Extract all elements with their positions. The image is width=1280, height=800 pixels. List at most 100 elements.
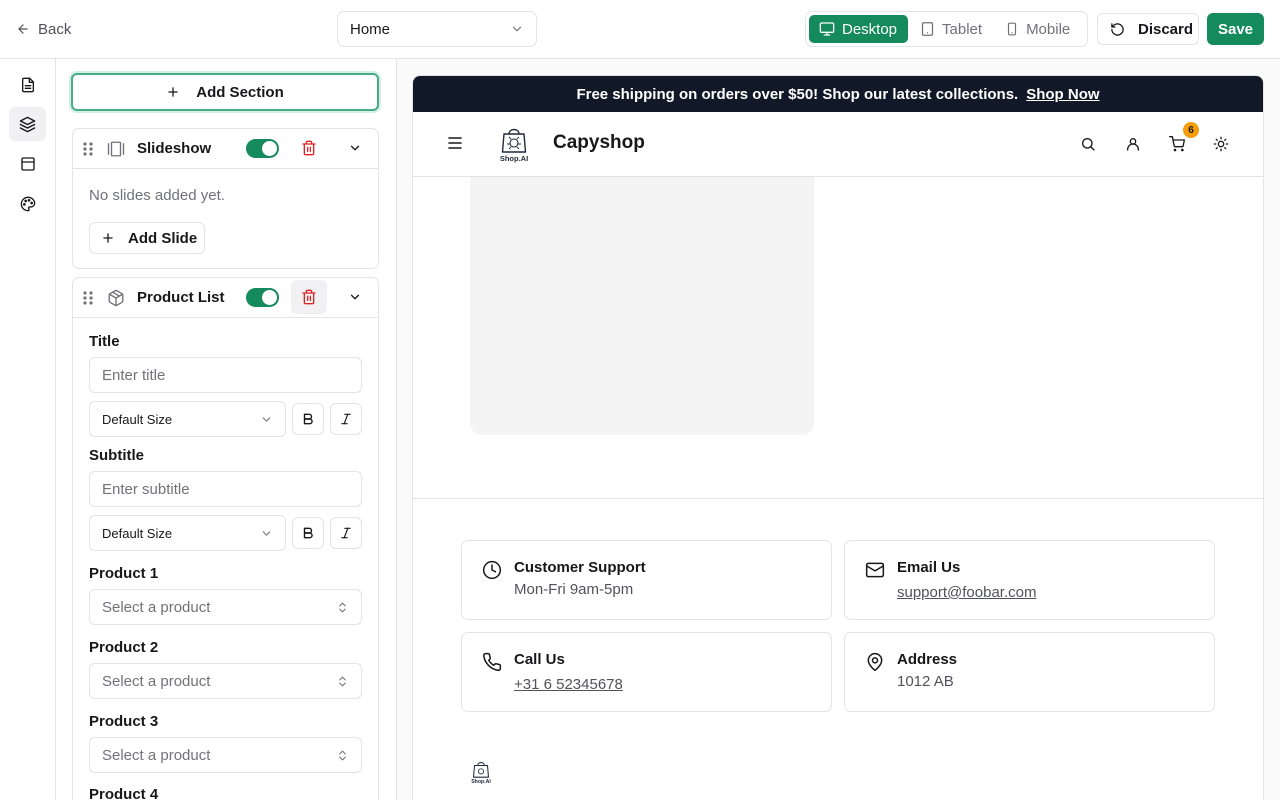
mail-icon: [865, 560, 885, 580]
add-section-label: Add Section: [196, 83, 284, 101]
subtitle-input[interactable]: [89, 471, 362, 507]
product-2-placeholder: Select a product: [102, 672, 211, 690]
grip-vertical-icon[interactable]: [80, 289, 96, 307]
grip-vertical-icon[interactable]: [80, 140, 96, 158]
chevron-down-icon: [260, 413, 273, 426]
add-slide-button[interactable]: Add Slide: [89, 222, 205, 254]
contact-title: Customer Support: [514, 559, 646, 576]
page-select[interactable]: Home: [337, 11, 537, 47]
contact-card-phone: Call Us +31 6 52345678: [461, 632, 832, 712]
menu-icon[interactable]: [447, 136, 463, 150]
slideshow-placeholder: [470, 177, 814, 435]
store-logo[interactable]: Shop.AI: [496, 124, 532, 164]
product-list-visibility-toggle[interactable]: [246, 288, 279, 307]
phone-link[interactable]: +31 6 52345678: [514, 676, 623, 693]
title-bold-button[interactable]: [292, 403, 324, 435]
pages-icon: [20, 77, 36, 93]
add-section-button[interactable]: Add Section: [71, 73, 379, 111]
product-1-label: Product 1: [89, 565, 159, 582]
announcement-text: Free shipping on orders over $50! Shop o…: [576, 85, 1019, 103]
layers-icon: [19, 116, 36, 133]
back-button[interactable]: Back: [16, 18, 71, 40]
subtitle-size-value: Default Size: [102, 525, 173, 541]
product-2-select[interactable]: Select a product: [89, 663, 362, 699]
contact-title: Email Us: [897, 559, 961, 576]
page-select-value: Home: [350, 20, 391, 38]
package-icon: [107, 289, 125, 307]
store-header: Shop.AI Capyshop 6: [413, 112, 1263, 177]
sun-icon[interactable]: [1213, 136, 1229, 152]
trash-icon: [301, 140, 317, 156]
contact-title: Call Us: [514, 651, 565, 668]
italic-icon: [339, 412, 353, 426]
device-tablet-button[interactable]: Tablet: [910, 15, 993, 43]
shopping-cart-icon[interactable]: [1169, 136, 1185, 152]
search-icon[interactable]: [1080, 136, 1096, 152]
layout-icon: [20, 156, 36, 172]
product-list-delete-button[interactable]: [291, 280, 327, 314]
subtitle-bold-button[interactable]: [292, 517, 324, 549]
email-link[interactable]: support@foobar.com: [897, 584, 1036, 601]
rail-pages-button[interactable]: [9, 68, 46, 102]
product-list-section-card: Product List Title Default Size: [72, 277, 379, 800]
clock-icon: [482, 560, 502, 580]
slideshow-visibility-toggle[interactable]: [246, 139, 279, 158]
top-bar: Back Home Desktop Tablet Mobile Discard …: [0, 0, 1280, 59]
product-list-section-header: Product List: [73, 278, 378, 318]
section-divider: [413, 498, 1263, 499]
save-button[interactable]: Save: [1207, 13, 1264, 45]
contact-title: Address: [897, 651, 958, 668]
product-1-select[interactable]: Select a product: [89, 589, 362, 625]
footer-logo[interactable]: Shop.AI: [469, 759, 493, 785]
trash-icon: [301, 289, 317, 305]
subtitle-field-label: Subtitle: [89, 447, 144, 464]
plus-icon: [101, 231, 115, 245]
contact-card-address: Address 1012 AB: [844, 632, 1215, 712]
rail-theme-button[interactable]: [9, 187, 46, 221]
shop-now-link[interactable]: Shop Now: [1026, 86, 1099, 103]
monitor-icon: [819, 21, 835, 37]
palette-icon: [20, 196, 36, 212]
title-input[interactable]: [89, 357, 362, 393]
chevrons-up-down-icon: [336, 749, 349, 762]
user-icon[interactable]: [1125, 136, 1141, 152]
arrow-left-icon: [16, 22, 30, 36]
tablet-icon: [920, 21, 935, 37]
subtitle-size-select[interactable]: Default Size: [89, 515, 286, 551]
smartphone-icon: [1005, 21, 1019, 37]
footer-logo-text: Shop.AI: [471, 779, 491, 785]
discard-label: Discard: [1138, 20, 1194, 38]
product-3-select[interactable]: Select a product: [89, 737, 362, 773]
announcement-bar: Free shipping on orders over $50! Shop o…: [413, 76, 1263, 112]
italic-icon: [339, 526, 353, 540]
rail-layers-button[interactable]: [9, 107, 46, 141]
chevron-down-icon[interactable]: [348, 290, 362, 304]
plus-icon: [166, 85, 180, 99]
store-name[interactable]: Capyshop: [553, 132, 645, 154]
title-size-select[interactable]: Default Size: [89, 401, 286, 437]
slideshow-delete-button[interactable]: [291, 131, 327, 165]
chevron-down-icon[interactable]: [348, 141, 362, 155]
device-mobile-button[interactable]: Mobile: [995, 15, 1081, 43]
device-mobile-label: Mobile: [1026, 20, 1071, 38]
title-italic-button[interactable]: [330, 403, 362, 435]
cart-count-badge: 6: [1183, 122, 1199, 138]
contact-card-email: Email Us support@foobar.com: [844, 540, 1215, 620]
discard-button[interactable]: Discard: [1097, 13, 1199, 45]
slideshow-empty-text: No slides added yet.: [89, 187, 225, 204]
back-label: Back: [38, 20, 72, 38]
rail-layout-button[interactable]: [9, 147, 46, 181]
product-2-label: Product 2: [89, 639, 159, 656]
product-3-placeholder: Select a product: [102, 746, 211, 764]
bold-icon: [301, 412, 315, 426]
preview-canvas: Free shipping on orders over $50! Shop o…: [397, 59, 1280, 800]
section-editor-panel: Add Section Slideshow No slides added ye…: [56, 59, 397, 800]
slideshow-section-card: Slideshow No slides added yet. Add Slide: [72, 128, 379, 269]
gallery-horizontal-icon: [107, 140, 125, 158]
subtitle-italic-button[interactable]: [330, 517, 362, 549]
contact-value: Mon-Fri 9am-5pm: [514, 581, 634, 598]
chevrons-up-down-icon: [336, 601, 349, 614]
device-desktop-button[interactable]: Desktop: [809, 15, 909, 43]
title-size-value: Default Size: [102, 411, 173, 427]
slideshow-section-header: Slideshow: [73, 129, 378, 169]
